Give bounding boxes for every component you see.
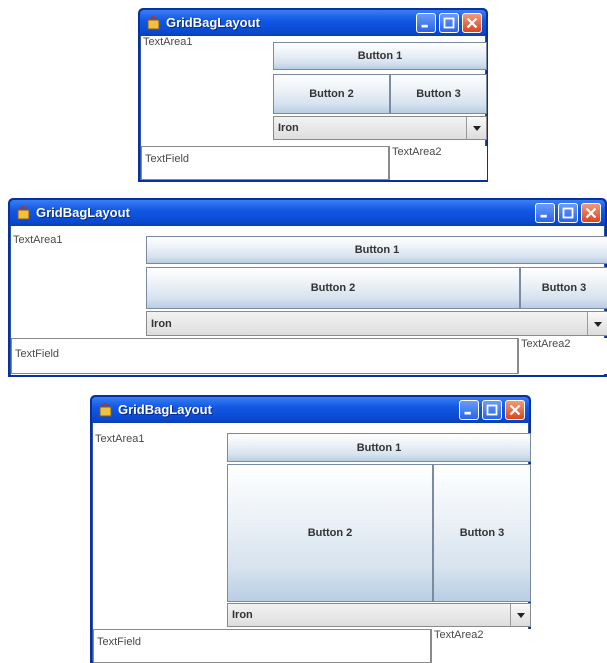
java-icon	[147, 16, 160, 30]
window-title: GridBagLayout	[36, 205, 130, 220]
textfield[interactable]: TextField	[93, 629, 431, 663]
java-icon	[17, 206, 30, 220]
iron-combobox[interactable]: Iron	[146, 311, 607, 336]
combobox-selected-value: Iron	[232, 609, 253, 621]
textarea-1[interactable]: TextArea1	[93, 433, 227, 625]
close-icon	[466, 17, 478, 29]
button-2[interactable]: Button 2	[146, 267, 520, 309]
content-pane: TextArea1 Button 1 Button 2 Button 3 Iro…	[92, 423, 531, 663]
java-icon	[99, 403, 112, 417]
minimize-button[interactable]	[535, 203, 555, 223]
close-button[interactable]	[581, 203, 601, 223]
minimize-icon	[464, 411, 471, 415]
window-title: GridBagLayout	[166, 15, 260, 30]
dropdown-button[interactable]	[510, 604, 530, 626]
chevron-down-icon	[472, 126, 481, 131]
textfield[interactable]: TextField	[141, 146, 389, 180]
button-1[interactable]: Button 1	[273, 42, 487, 70]
minimize-icon	[540, 214, 547, 218]
maximize-icon	[486, 404, 498, 416]
close-icon	[585, 207, 597, 219]
close-button[interactable]	[505, 400, 525, 420]
close-button[interactable]	[462, 13, 482, 33]
button-2[interactable]: Button 2	[273, 74, 390, 114]
textarea-1[interactable]: TextArea1	[141, 36, 273, 144]
button-2[interactable]: Button 2	[227, 464, 433, 602]
maximize-button[interactable]	[439, 13, 459, 33]
window-tall: GridBagLayout TextArea1 Button 1 Button …	[90, 395, 531, 663]
maximize-button[interactable]	[482, 400, 502, 420]
title-bar[interactable]: GridBagLayout	[10, 200, 605, 226]
textarea-2[interactable]: TextArea2	[389, 146, 487, 180]
content-pane: TextArea1 Button 1 Button 2 Button 3 Iro…	[10, 226, 607, 375]
textfield[interactable]: TextField	[11, 338, 518, 374]
button-1[interactable]: Button 1	[146, 236, 607, 264]
maximize-icon	[562, 207, 574, 219]
textarea-2[interactable]: TextArea2	[431, 629, 531, 663]
title-bar[interactable]: GridBagLayout	[92, 397, 529, 423]
minimize-button[interactable]	[416, 13, 436, 33]
textarea-1[interactable]: TextArea1	[11, 234, 146, 336]
iron-combobox[interactable]: Iron	[227, 603, 531, 627]
dropdown-button[interactable]	[466, 117, 486, 139]
minimize-icon	[421, 24, 428, 28]
window-small: GridBagLayout TextArea1 Button 1 Button …	[138, 8, 488, 182]
combobox-selected-value: Iron	[278, 122, 299, 134]
minimize-button[interactable]	[459, 400, 479, 420]
combobox-selected-value: Iron	[151, 317, 172, 330]
iron-combobox[interactable]: Iron	[273, 116, 487, 140]
close-icon	[509, 404, 521, 416]
maximize-button[interactable]	[558, 203, 578, 223]
maximize-icon	[443, 17, 455, 29]
title-bar[interactable]: GridBagLayout	[140, 10, 486, 36]
button-3[interactable]: Button 3	[390, 74, 487, 114]
button-3[interactable]: Button 3	[433, 464, 531, 602]
content-pane: TextArea1 Button 1 Button 2 Button 3 Iro…	[140, 36, 487, 180]
button-3[interactable]: Button 3	[520, 267, 607, 309]
window-title: GridBagLayout	[118, 402, 212, 417]
window-wide: GridBagLayout TextArea1 Button 1 Button …	[8, 198, 607, 377]
button-1[interactable]: Button 1	[227, 433, 531, 462]
textarea-2[interactable]: TextArea2	[518, 338, 607, 374]
chevron-down-icon	[593, 321, 602, 327]
chevron-down-icon	[516, 613, 525, 618]
dropdown-button[interactable]	[587, 312, 607, 335]
